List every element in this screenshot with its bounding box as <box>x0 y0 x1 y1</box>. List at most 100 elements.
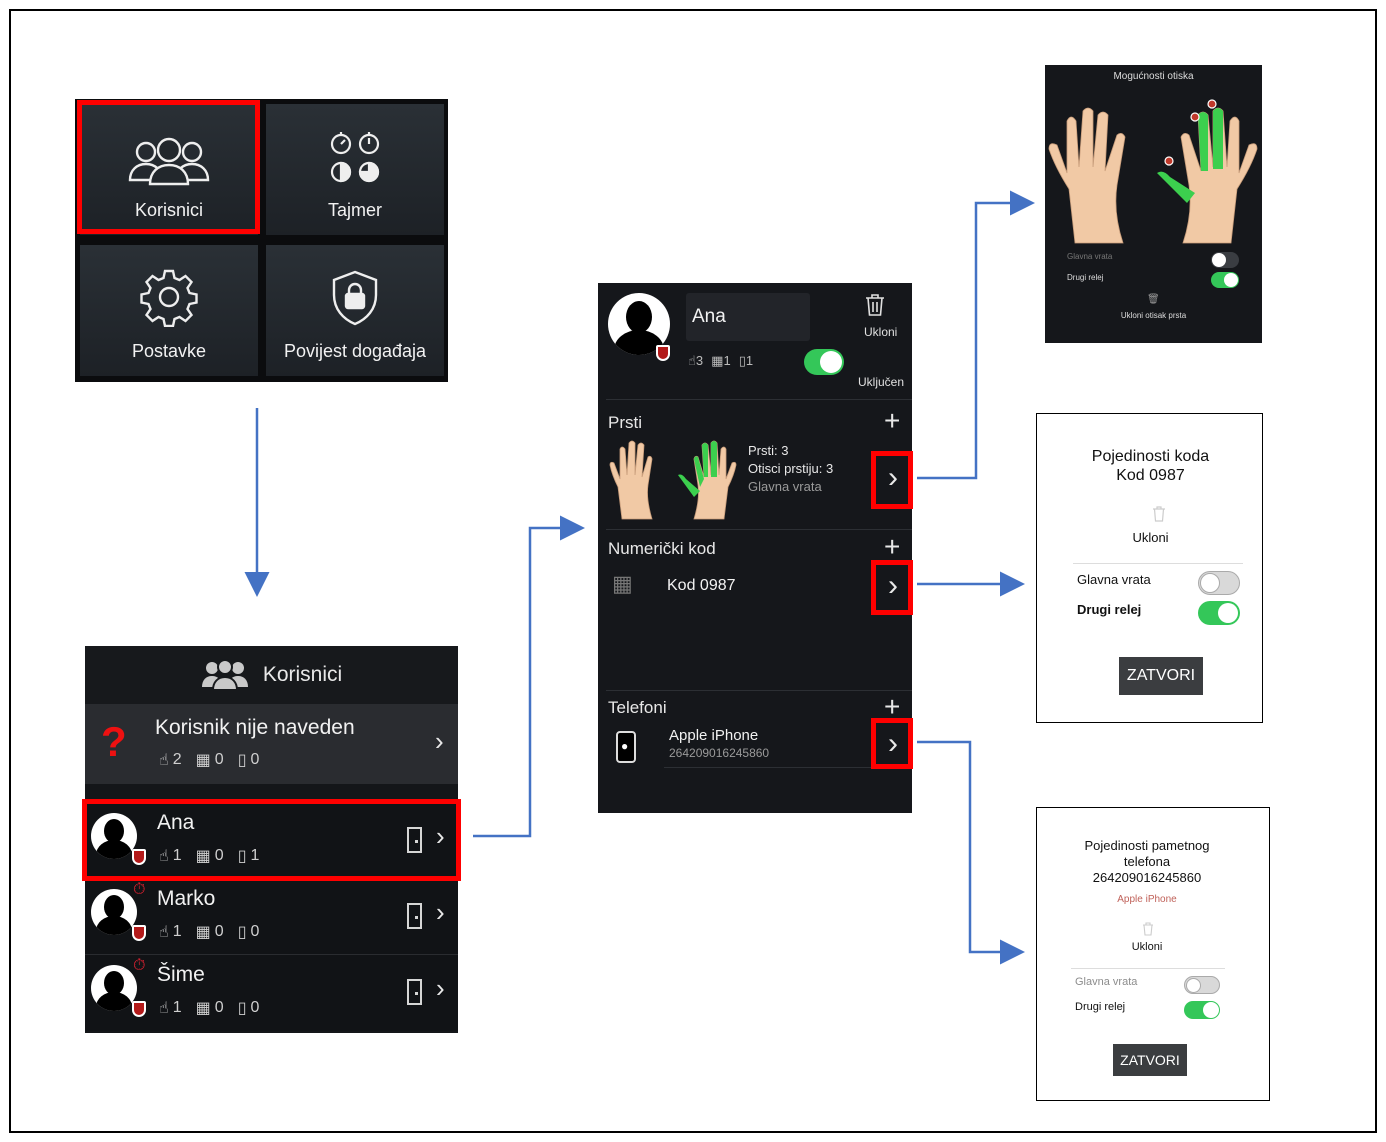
menu-tile-timer[interactable]: Tajmer <box>266 104 444 235</box>
fingers-relay-line: Glavna vrata <box>748 479 822 494</box>
phone-dialog-subtitle: Apple iPhone <box>1117 894 1177 905</box>
code-count: 0 <box>214 999 224 1016</box>
relay-main-toggle[interactable] <box>1211 252 1239 268</box>
phone-relay-second-label: Drugi relej <box>1075 1001 1126 1013</box>
code-close-button[interactable]: ZATVORI <box>1119 657 1203 695</box>
stopwatch-icon <box>330 132 380 183</box>
chevron-right-icon[interactable]: › <box>436 897 445 928</box>
keypad-icon: ▦ <box>612 571 633 596</box>
finger-count: 1 <box>172 847 182 864</box>
trash-icon[interactable] <box>864 293 886 317</box>
code-relay-main-toggle[interactable] <box>1198 571 1240 595</box>
finger-count: 1 <box>172 923 182 940</box>
enabled-toggle[interactable] <box>804 349 844 375</box>
menu-label-event-history: Povijest događaja <box>283 341 427 361</box>
main-menu: Korisnici Tajmer Postavke Povijest događ… <box>75 99 448 382</box>
phone-relay-main-toggle[interactable] <box>1184 976 1220 994</box>
code-remove-label[interactable]: Ukloni <box>1037 530 1264 545</box>
trash-icon[interactable] <box>1142 922 1154 936</box>
divider <box>664 767 904 768</box>
user-row-ana[interactable]: Ana ☝ 1 ▦ 0 ▯ 1 › <box>85 803 458 879</box>
question-mark-icon: ? <box>101 718 127 765</box>
shield-badge-icon <box>132 849 146 865</box>
phone-icon: ▯ <box>237 848 247 865</box>
remove-fingerprint-label[interactable]: Ukloni otisak prsta <box>1045 311 1262 320</box>
avatar <box>91 813 137 859</box>
phone-icon: ▯ <box>738 353 746 368</box>
keypad-icon: ▦ <box>195 848 211 865</box>
keypad-icon: ▦ <box>711 353 724 368</box>
finger-icon: ☝ <box>159 848 169 865</box>
hands-fingerprint-icon <box>609 440 737 520</box>
shield-badge-icon <box>132 925 146 941</box>
door-icon <box>407 903 422 929</box>
divider <box>606 399 912 400</box>
add-code-button[interactable]: + <box>884 531 900 563</box>
phone-icon: ▯ <box>237 1000 247 1017</box>
divider <box>606 690 912 691</box>
phone-remove-label[interactable]: Ukloni <box>1037 941 1257 953</box>
unknown-user-row[interactable]: ? Korisnik nije naveden ☝ 2 ▦ 0 ▯ 0 › <box>85 704 458 784</box>
code-name: Kod 0987 <box>667 577 736 594</box>
chevron-right-icon[interactable]: › <box>435 726 444 757</box>
finger-icon: ☝ <box>688 353 696 368</box>
phone-details-dialog: Pojedinosti pametnog telefona 2642090162… <box>1036 807 1270 1101</box>
menu-label-settings: Postavke <box>131 341 207 361</box>
user-name: Marko <box>157 887 216 910</box>
timer-badge-icon: ⏱ <box>133 957 146 974</box>
code-relay-second-toggle[interactable] <box>1198 601 1240 625</box>
fingers-section-title: Prsti <box>608 413 642 432</box>
unknown-user-name: Korisnik nije naveden <box>155 716 355 739</box>
chevron-right-icon[interactable]: › <box>888 727 898 761</box>
phone-dialog-title-1: Pojedinosti pametnog <box>1084 838 1210 853</box>
user-stats: ☝ 1 ▦ 0 ▯ 0 <box>159 922 259 942</box>
user-name-field[interactable]: Ana <box>686 293 810 341</box>
code-relay-second-label: Drugi relej <box>1077 602 1142 617</box>
fingerprint-options-screen: Mogućnosti otiska Glavna vrata Drugi rel… <box>1045 65 1262 343</box>
add-phone-button[interactable]: + <box>884 691 900 723</box>
menu-tile-event-history[interactable]: Povijest događaja <box>266 245 444 376</box>
avatar <box>91 965 137 1011</box>
shield-lock-icon <box>332 270 378 326</box>
fingers-count-line: Prsti: 3 <box>748 443 789 458</box>
divider <box>1073 563 1243 564</box>
menu-label-timer: Tajmer <box>327 200 382 220</box>
chevron-right-icon[interactable]: › <box>888 569 898 603</box>
divider <box>1071 968 1225 969</box>
phone-close-button[interactable]: ZATVORI <box>1113 1044 1187 1076</box>
add-finger-button[interactable]: + <box>884 405 900 437</box>
trash-icon[interactable]: 🗑 <box>1147 294 1160 305</box>
user-row-marko[interactable]: ⏱ Marko ☝ 1 ▦ 0 ▯ 0 › <box>85 879 458 955</box>
phones-section-title: Telefoni <box>608 698 667 717</box>
keypad-icon: ▦ <box>195 924 211 941</box>
chevron-right-icon[interactable]: › <box>436 821 445 852</box>
timer-badge-icon: ⏱ <box>133 881 146 898</box>
finger-count: 3 <box>695 353 704 368</box>
user-row-sime[interactable]: ⏱ Šime ☝ 1 ▦ 0 ▯ 0 › <box>85 955 458 1031</box>
user-detail-screen: Ana ☝3 ▦1 ▯1 Ukloni Uključen Prsti + Prs… <box>598 283 912 813</box>
users-group-icon <box>128 137 210 186</box>
trash-icon[interactable] <box>1152 506 1166 522</box>
menu-tile-users[interactable]: Korisnici <box>80 104 258 235</box>
user-stats: ☝ 1 ▦ 0 ▯ 1 <box>159 846 259 866</box>
relay-second-toggle[interactable] <box>1211 272 1239 288</box>
phone-relay-second-toggle[interactable] <box>1184 1001 1220 1019</box>
phone-count: 0 <box>250 923 260 940</box>
finger-count: 1 <box>172 999 182 1016</box>
phone-icon: ▯ <box>237 924 247 941</box>
users-header: Korisnici <box>85 646 458 704</box>
user-name-value: Ana <box>692 306 726 327</box>
shield-badge-icon <box>656 345 670 361</box>
code-count: 0 <box>214 751 224 768</box>
remove-user-label[interactable]: Ukloni <box>864 325 897 339</box>
avatar <box>91 889 137 935</box>
enabled-label: Uključen <box>858 375 905 389</box>
relay-second-label: Drugi relej <box>1067 273 1104 282</box>
user-name: Šime <box>157 963 205 986</box>
user-name: Ana <box>157 811 195 834</box>
chevron-right-icon[interactable]: › <box>888 461 898 495</box>
chevron-right-icon[interactable]: › <box>436 973 445 1004</box>
users-group-icon <box>201 659 248 691</box>
menu-tile-settings[interactable]: Postavke <box>80 245 258 376</box>
users-title: Korisnici <box>262 663 343 686</box>
